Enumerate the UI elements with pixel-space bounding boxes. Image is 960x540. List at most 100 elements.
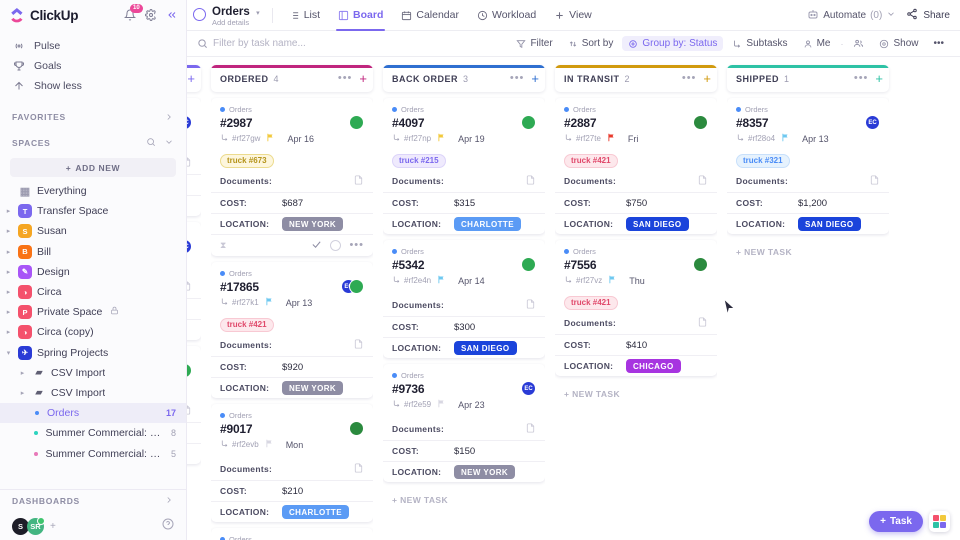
sidebar-item-goals[interactable]: Goals xyxy=(0,56,186,76)
spaces-search-icon[interactable] xyxy=(146,137,156,149)
assignee-placeholder-icon[interactable] xyxy=(330,240,342,251)
sidebar-item-circa-copy[interactable]: ▸ ◑ Circa (copy) xyxy=(0,322,186,342)
tab-workload[interactable]: Workload xyxy=(469,0,544,31)
card-due-date[interactable]: Apr 19 xyxy=(458,134,485,144)
cost-value[interactable]: $1,200 xyxy=(798,198,827,209)
task-card[interactable]: OrdersECrrow Documents:COST:LOCATION: xyxy=(187,98,201,216)
location-pill[interactable]: NEW YORK xyxy=(282,381,344,395)
priority-flag-icon[interactable] xyxy=(437,399,446,410)
document-icon[interactable] xyxy=(525,422,536,436)
card-assignees[interactable]: EC xyxy=(865,115,880,130)
priority-flag-icon[interactable] xyxy=(437,275,446,286)
card-assignees[interactable]: EC xyxy=(341,279,364,294)
column-more-icon[interactable]: ••• xyxy=(682,73,697,83)
new-task-button[interactable]: + NEW TASK xyxy=(383,488,545,505)
sidebar-item-private-space[interactable]: ▸ P Private Space xyxy=(0,302,186,322)
chevron-right-icon[interactable]: ▸ xyxy=(18,369,27,377)
cost-value[interactable]: $920 xyxy=(282,362,303,373)
document-icon[interactable] xyxy=(869,174,880,188)
chevron-down-icon[interactable] xyxy=(886,9,896,22)
chevron-right-icon[interactable]: ▸ xyxy=(4,308,13,316)
document-icon[interactable] xyxy=(187,156,192,170)
cost-value[interactable]: $150 xyxy=(454,446,475,457)
cost-value[interactable]: $210 xyxy=(282,486,303,497)
card-tag[interactable]: truck #321 xyxy=(736,153,790,168)
view-title[interactable]: Orders ▾ Add details xyxy=(193,3,270,28)
location-pill[interactable]: CHARLOTTE xyxy=(454,217,521,231)
document-icon[interactable] xyxy=(187,280,192,294)
column-more-icon[interactable]: ••• xyxy=(854,73,869,83)
favorites-section-header[interactable]: FAVORITES xyxy=(0,106,186,128)
notifications-bell-icon[interactable]: 10 xyxy=(124,4,143,21)
card-due-date[interactable]: Apr 13 xyxy=(802,134,829,144)
filter-people[interactable] xyxy=(847,36,870,51)
sidebar-item-summer-commercial-phase-1[interactable]: Summer Commercial: Phase 1 8 xyxy=(0,423,186,443)
card-tag[interactable]: truck #215 xyxy=(392,153,446,168)
sidebar-item-show-less[interactable]: Show less xyxy=(0,76,186,96)
task-card[interactable]: Orders #8357 EC #rf28o4 Apr 13 truck #321 Docu… xyxy=(727,98,889,234)
chevron-down-icon[interactable]: ▾ xyxy=(256,10,260,17)
add-member-icon[interactable]: + xyxy=(50,521,56,532)
sidebar-item-csv-import[interactable]: ▸ ▰ CSV Import xyxy=(0,383,186,403)
chevron-down-icon[interactable] xyxy=(164,137,174,149)
card-due-date[interactable]: Apr 14 xyxy=(458,276,485,286)
share-button[interactable]: Share xyxy=(906,8,950,23)
avatar[interactable]: EC xyxy=(187,239,192,254)
card-due-date[interactable]: Mon xyxy=(286,440,304,450)
card-assignees[interactable]: EC xyxy=(187,239,192,254)
card-assignees[interactable]: EC xyxy=(521,381,536,396)
avatar[interactable]: EC xyxy=(865,115,880,130)
card-due-date[interactable]: Apr 23 xyxy=(458,400,485,410)
column-add-task-icon[interactable]: + xyxy=(187,72,195,85)
chevron-right-icon[interactable] xyxy=(164,495,174,507)
chevron-right-icon[interactable]: ▸ xyxy=(18,389,27,397)
chevron-right-icon[interactable]: ▸ xyxy=(4,268,13,276)
column-add-task-icon[interactable]: + xyxy=(703,72,711,85)
automate-button[interactable]: Automate (0) xyxy=(807,8,896,23)
avatar[interactable] xyxy=(349,115,364,130)
card-assignees[interactable] xyxy=(693,115,708,130)
column-more-icon[interactable]: ••• xyxy=(338,73,353,83)
document-icon[interactable] xyxy=(353,462,364,476)
filter-filter[interactable]: Filter xyxy=(510,36,558,51)
card-more-icon[interactable]: ••• xyxy=(349,240,364,250)
tab-list[interactable]: List xyxy=(281,0,328,31)
card-assignees[interactable] xyxy=(349,421,364,436)
check-icon[interactable] xyxy=(311,237,322,255)
card-tag[interactable]: truck #673 xyxy=(220,153,274,168)
location-pill[interactable]: SAN DIEGO xyxy=(454,341,517,355)
tab-board[interactable]: Board xyxy=(330,0,391,31)
task-card[interactable]: Orders #9736 EC #rf2e59 Apr 23 Documents: COST… xyxy=(383,364,545,482)
filter-subtasks[interactable]: Subtasks xyxy=(726,36,793,51)
sidebar-item-circa[interactable]: ▸ ◑ Circa xyxy=(0,282,186,302)
add-new-space-button[interactable]: + ADD NEW xyxy=(10,158,176,177)
document-icon[interactable] xyxy=(697,316,708,330)
timer-icon[interactable]: ⧗ xyxy=(220,240,226,251)
apps-grid-button[interactable] xyxy=(929,511,950,532)
sidebar-item-pulse[interactable]: Pulse xyxy=(0,36,186,56)
task-card[interactable]: Orders xyxy=(211,528,373,540)
cost-value[interactable]: $410 xyxy=(626,340,647,351)
sidebar-item-susan[interactable]: ▸ S Susan xyxy=(0,221,186,241)
avatar[interactable]: EC xyxy=(521,381,536,396)
document-icon[interactable] xyxy=(525,298,536,312)
column-more-icon[interactable]: ••• xyxy=(510,73,525,83)
avatar[interactable] xyxy=(349,279,364,294)
priority-flag-icon[interactable] xyxy=(266,133,275,144)
location-pill[interactable]: CHICAGO xyxy=(626,359,681,373)
task-card[interactable]: Orders #7556 #rf27vz Thu truck #421 Documents… xyxy=(555,240,717,376)
priority-flag-icon[interactable] xyxy=(265,297,274,308)
task-card[interactable]: Orders #5342 #rf2e4n Apr 14 Documents: COST: $… xyxy=(383,240,545,358)
avatar[interactable] xyxy=(349,421,364,436)
card-assignees[interactable]: EC xyxy=(187,115,192,130)
priority-flag-icon[interactable] xyxy=(608,275,617,286)
sidebar-item-transfer-space[interactable]: ▸ T Transfer Space xyxy=(0,201,186,221)
avatar[interactable] xyxy=(693,257,708,272)
column-add-task-icon[interactable]: + xyxy=(875,72,883,85)
card-tag[interactable]: truck #421 xyxy=(220,317,274,332)
tab-calendar[interactable]: Calendar xyxy=(393,0,467,31)
priority-flag-icon[interactable] xyxy=(437,133,446,144)
chevron-right-icon[interactable] xyxy=(164,112,174,122)
task-card[interactable]: Orders #4097 #rf27np Apr 19 truck #215 Docume… xyxy=(383,98,545,234)
card-assignees[interactable] xyxy=(349,115,364,130)
